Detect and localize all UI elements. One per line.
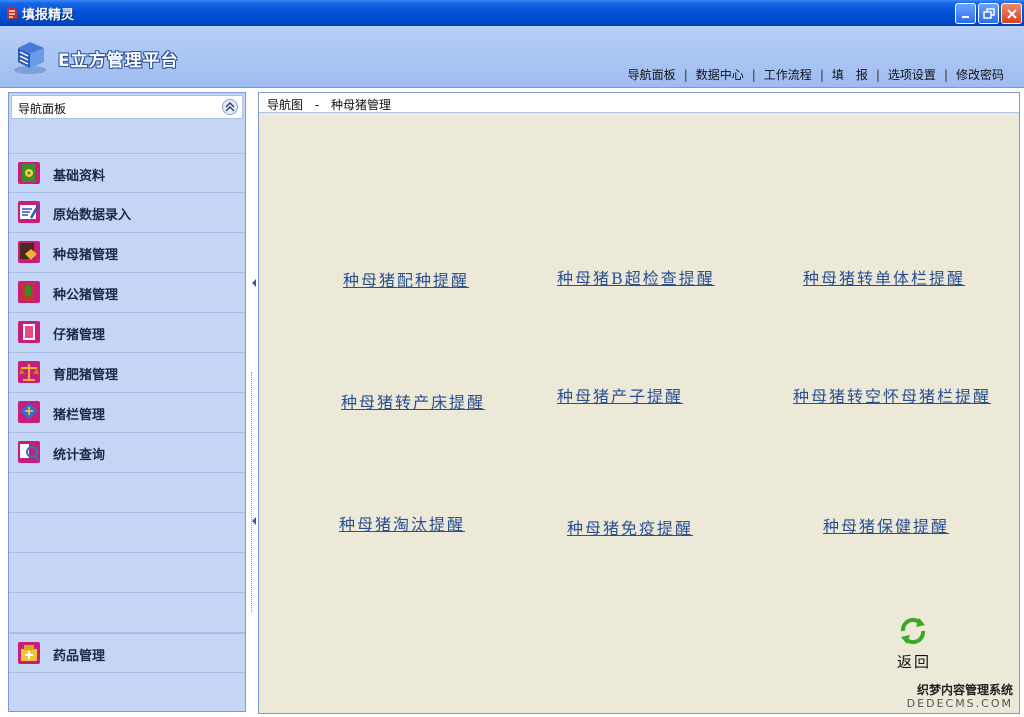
menu-spacer bbox=[9, 473, 245, 513]
app-icon bbox=[7, 7, 17, 19]
close-button[interactable] bbox=[1001, 3, 1022, 24]
navigation-panel-header: 导航面板 bbox=[11, 95, 243, 119]
nav-fill-report-link[interactable]: 填 报 bbox=[830, 66, 870, 83]
splitter-grip bbox=[251, 372, 255, 612]
search-chart-icon bbox=[18, 441, 40, 463]
sidebar-item-label: 种母猪管理 bbox=[53, 248, 119, 263]
sidebar-item-sow-management[interactable]: 种母猪管理 bbox=[9, 233, 245, 273]
sidebar-item-raw-data-entry[interactable]: 原始数据录入 bbox=[9, 193, 245, 233]
link-immunization-reminder[interactable]: 种母猪免疫提醒 bbox=[567, 515, 693, 539]
navigation-menu: 基础资料 原始数据录入 种母猪管理 种公猪管理 仔猪管理 育肥猪管理 猪栏管理 … bbox=[9, 153, 245, 633]
menu-spacer bbox=[9, 513, 245, 553]
link-breeding-reminder[interactable]: 种母猪配种提醒 bbox=[343, 267, 469, 291]
sidebar-item-medicine-management[interactable]: 药品管理 bbox=[9, 633, 245, 673]
restore-button[interactable] bbox=[978, 3, 999, 24]
medicine-box-icon bbox=[18, 642, 40, 664]
splitter-arrow-icon bbox=[252, 279, 256, 287]
sidebar-item-basic-info[interactable]: 基础资料 bbox=[9, 153, 245, 193]
sidebar-item-label: 统计查询 bbox=[53, 448, 106, 463]
top-navigation: 导航面板 | 数据中心 | 工作流程 | 填 报 | 选项设置 | 修改密码 bbox=[626, 66, 1006, 83]
menu-spacer bbox=[9, 553, 245, 593]
refresh-arrows-icon bbox=[900, 617, 926, 645]
back-button[interactable]: 返回 bbox=[891, 613, 937, 673]
book-gear-icon bbox=[18, 162, 40, 184]
link-individual-stall-reminder[interactable]: 种母猪转单体栏提醒 bbox=[803, 265, 965, 289]
logo-cube-icon bbox=[14, 42, 46, 74]
boar-icon bbox=[18, 281, 40, 303]
sidebar-item-label: 育肥猪管理 bbox=[53, 368, 119, 383]
sidebar-item-label: 基础资料 bbox=[53, 169, 106, 184]
breadcrumb-root[interactable]: 导航图 bbox=[267, 98, 303, 112]
navigation-panel: 导航面板 基础资料 原始数据录入 种母猪管理 种公猪管理 仔猪管理 育肥猪管理 … bbox=[8, 92, 246, 712]
link-health-care-reminder[interactable]: 种母猪保健提醒 bbox=[823, 513, 949, 537]
link-bultrasound-reminder[interactable]: 种母猪B超检查提醒 bbox=[557, 265, 715, 289]
panel-splitter[interactable] bbox=[250, 92, 258, 712]
sidebar-item-boar-management[interactable]: 种公猪管理 bbox=[9, 273, 245, 313]
minimize-button[interactable] bbox=[955, 3, 976, 24]
sidebar-item-statistics-query[interactable]: 统计查询 bbox=[9, 433, 245, 473]
sidebar-item-label: 原始数据录入 bbox=[53, 208, 132, 223]
link-farrowing-bed-reminder[interactable]: 种母猪转产床提醒 bbox=[341, 389, 485, 413]
nav-change-password-link[interactable]: 修改密码 bbox=[954, 66, 1006, 83]
navigation-panel-title: 导航面板 bbox=[18, 102, 67, 116]
sidebar-item-label: 猪栏管理 bbox=[53, 408, 106, 423]
splitter-arrow-icon bbox=[252, 517, 256, 525]
sidebar-item-pen-management[interactable]: 猪栏管理 bbox=[9, 393, 245, 433]
back-button-label: 返回 bbox=[896, 653, 931, 671]
form-pen-icon bbox=[18, 201, 40, 223]
link-empty-pregnant-pen-reminder[interactable]: 种母猪转空怀母猪栏提醒 bbox=[793, 383, 991, 407]
minimize-icon bbox=[961, 15, 969, 18]
piglet-icon bbox=[18, 321, 40, 343]
window-titlebar[interactable]: 填报精灵 bbox=[0, 0, 1024, 26]
link-farrowing-reminder[interactable]: 种母猪产子提醒 bbox=[557, 383, 683, 407]
watermark: 织梦内容管理系统 DEDECMS.COM bbox=[907, 683, 1013, 711]
scale-icon bbox=[18, 361, 40, 383]
watermark-line: DEDECMS.COM bbox=[906, 697, 1013, 710]
sidebar-item-fattening-pig-management[interactable]: 育肥猪管理 bbox=[9, 353, 245, 393]
window-title: 填报精灵 bbox=[22, 8, 75, 23]
sidebar-item-label: 药品管理 bbox=[53, 649, 106, 664]
sidebar-item-label: 仔猪管理 bbox=[53, 328, 106, 343]
double-chevron-up-icon bbox=[225, 102, 235, 112]
content-panel: 导航图 - 种母猪管理 种母猪配种提醒 种母猪B超检查提醒 种母猪转单体栏提醒 … bbox=[258, 92, 1020, 714]
nav-options-link[interactable]: 选项设置 bbox=[886, 66, 938, 83]
nav-workflow-link[interactable]: 工作流程 bbox=[762, 66, 814, 83]
sidebar-item-piglet-management[interactable]: 仔猪管理 bbox=[9, 313, 245, 353]
sidebar-item-label: 种公猪管理 bbox=[53, 288, 119, 303]
restore-icon bbox=[982, 7, 995, 19]
sow-icon bbox=[18, 241, 40, 263]
brand-title: E立方管理平台 bbox=[58, 51, 179, 71]
close-icon bbox=[1006, 8, 1017, 19]
breadcrumb: 导航图 - 种母猪管理 bbox=[259, 93, 1019, 113]
watermark-line: 织梦内容管理系统 bbox=[916, 683, 1013, 697]
pen-house-icon bbox=[18, 401, 40, 423]
menu-spacer bbox=[9, 593, 245, 633]
nav-data-center-link[interactable]: 数据中心 bbox=[694, 66, 746, 83]
breadcrumb-current: 种母猪管理 bbox=[331, 98, 392, 112]
link-culling-reminder[interactable]: 种母猪淘汰提醒 bbox=[339, 511, 465, 535]
collapse-panel-button[interactable] bbox=[222, 99, 238, 115]
nav-panel-link[interactable]: 导航面板 bbox=[626, 66, 678, 83]
navigation-menu-bottom: 药品管理 bbox=[9, 633, 245, 673]
app-header: E立方管理平台 导航面板 | 数据中心 | 工作流程 | 填 报 | 选项设置 … bbox=[0, 26, 1024, 88]
